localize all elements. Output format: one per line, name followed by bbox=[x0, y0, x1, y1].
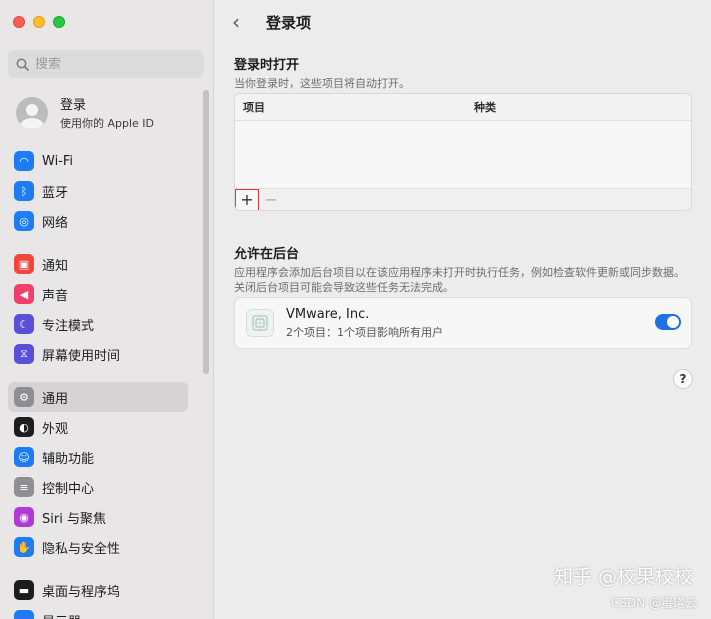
maximize-button[interactable] bbox=[53, 16, 65, 28]
sidebar-item[interactable]: ◐ 外观 bbox=[8, 412, 188, 442]
sidebar-item[interactable]: ✋ 隐私与安全性 bbox=[8, 532, 188, 562]
sidebar-item-label: 声音 bbox=[42, 288, 69, 304]
siri-icon: ◉ bbox=[14, 507, 34, 527]
sidebar-item[interactable]: ▬ 桌面与程序坞 bbox=[8, 575, 188, 605]
appearance-icon: ◐ bbox=[14, 417, 34, 437]
sidebar-item[interactable]: ▭ 显示器 bbox=[8, 605, 188, 619]
sidebar-item-label: 通知 bbox=[42, 258, 69, 274]
sidebar-item[interactable]: ☺ 辅助功能 bbox=[8, 442, 188, 472]
login-items-table: 项目 种类 + − bbox=[234, 93, 692, 211]
sidebar-item-label: 桌面与程序坞 bbox=[42, 584, 121, 600]
sidebar-item-label: 辅助功能 bbox=[42, 451, 95, 467]
help-button[interactable]: ? bbox=[673, 369, 693, 389]
watermark-csdn: CSDN @蜜罐云 bbox=[610, 596, 697, 610]
window-controls bbox=[13, 16, 65, 28]
table-footer: + − bbox=[235, 188, 691, 210]
sidebar-item-label: 通用 bbox=[42, 391, 69, 407]
login-section-description: 当你登录时，这些项目将自动打开。 bbox=[234, 77, 410, 90]
table-body bbox=[235, 121, 691, 188]
hourglass-icon: ⧖ bbox=[14, 344, 34, 364]
sidebar-item-label: 网络 bbox=[42, 215, 69, 231]
search-box[interactable] bbox=[8, 50, 204, 78]
background-section-title: 允许在后台 bbox=[234, 247, 300, 262]
add-item-button[interactable]: + bbox=[235, 188, 259, 210]
sidebar-item[interactable]: ☾ 专注模式 bbox=[8, 309, 188, 339]
login-items-section: 登录时打开 当你登录时，这些项目将自动打开。 bbox=[234, 54, 692, 91]
sound-icon: ◀ bbox=[14, 284, 34, 304]
nav-group-general: ⚙ 通用 ◐ 外观 ☺ 辅助功能 ≡ 控制中心 ◉ Siri 与聚焦 ✋ 隐私与安全性 bbox=[8, 382, 188, 562]
background-item-name: VMware, Inc. bbox=[286, 306, 370, 322]
sidebar-item[interactable]: ⚙ 通用 bbox=[8, 382, 188, 412]
sidebar-item-label: Siri 与聚焦 bbox=[42, 511, 106, 527]
dock-icon: ▬ bbox=[14, 580, 34, 600]
search-input[interactable] bbox=[35, 56, 195, 72]
background-items-section: 允许在后台 应用程序会添加后台项目以在该应用程序未打开时执行任务，例如检查软件更… bbox=[234, 243, 692, 295]
moon-icon: ☾ bbox=[14, 314, 34, 334]
main-pane: ‹ 登录项 登录时打开 当你登录时，这些项目将自动打开。 项目 种类 + − 允… bbox=[214, 0, 711, 619]
sidebar-item[interactable]: ◀ 声音 bbox=[8, 279, 188, 309]
minimize-button[interactable] bbox=[33, 16, 45, 28]
gear-icon: ⚙ bbox=[14, 387, 34, 407]
sidebar-item-label: 专注模式 bbox=[42, 318, 95, 334]
sidebar-item-label: 显示器 bbox=[42, 611, 81, 619]
watermark-zhihu: 知乎 @校果校校 bbox=[553, 566, 693, 588]
apple-id-account[interactable]: 登录 使用你的 Apple ID bbox=[16, 94, 201, 131]
accessibility-icon: ☺ bbox=[14, 447, 34, 467]
hand-icon: ✋ bbox=[14, 537, 34, 557]
display-icon: ▭ bbox=[14, 610, 34, 619]
vmware-app-icon bbox=[246, 309, 274, 337]
sidebar-item[interactable]: ᛒ 蓝牙 bbox=[8, 176, 188, 206]
sidebar-item-label: 控制中心 bbox=[42, 481, 95, 497]
sidebar-item-label: 隐私与安全性 bbox=[42, 541, 121, 557]
sidebar-item[interactable]: ◉ Siri 与聚焦 bbox=[8, 502, 188, 532]
notification-icon: ▣ bbox=[14, 254, 34, 274]
column-header-name[interactable]: 项目 bbox=[235, 99, 474, 115]
login-section-title: 登录时打开 bbox=[234, 58, 300, 73]
sidebar-item-label: 屏幕使用时间 bbox=[42, 348, 121, 364]
sidebar-item-label: 蓝牙 bbox=[42, 185, 69, 201]
toolbar: ‹ 登录项 bbox=[214, 0, 711, 44]
sidebar-item-label: Wi-Fi bbox=[42, 153, 74, 169]
sidebar-item[interactable]: ⧖ 屏幕使用时间 bbox=[8, 339, 188, 369]
globe-icon: ◎ bbox=[14, 211, 34, 231]
background-item-row: VMware, Inc. 2个项目：1个项目影响所有用户 bbox=[234, 297, 692, 349]
close-button[interactable] bbox=[13, 16, 25, 28]
column-header-kind[interactable]: 种类 bbox=[474, 99, 691, 115]
sidebar-scrollbar[interactable] bbox=[203, 90, 209, 374]
account-subtitle: 使用你的 Apple ID bbox=[60, 117, 155, 130]
page-title: 登录项 bbox=[266, 13, 312, 32]
search-icon bbox=[16, 58, 29, 71]
wifi-icon: ◠ bbox=[14, 151, 34, 171]
sidebar-item[interactable]: ▣ 通知 bbox=[8, 249, 188, 279]
avatar bbox=[16, 96, 48, 129]
sidebar-item[interactable]: ◎ 网络 bbox=[8, 206, 188, 236]
sidebar: 登录 使用你的 Apple ID ◠ Wi-Fi ᛒ 蓝牙 ◎ 网络 ▣ 通知 ◀ 声音 ☾ 专注模… bbox=[0, 0, 214, 619]
nav-group-notifications: ▣ 通知 ◀ 声音 ☾ 专注模式 ⧖ 屏幕使用时间 bbox=[8, 249, 188, 369]
nav-group-desktop: ▬ 桌面与程序坞 ▭ 显示器 bbox=[8, 575, 188, 619]
sidebar-item[interactable]: ≡ 控制中心 bbox=[8, 472, 188, 502]
account-title: 登录 bbox=[60, 98, 87, 113]
nav-group-network: ◠ Wi-Fi ᛒ 蓝牙 ◎ 网络 bbox=[8, 146, 188, 236]
bluetooth-icon: ᛒ bbox=[14, 181, 34, 201]
sidebar-item[interactable]: ◠ Wi-Fi bbox=[8, 146, 188, 176]
remove-item-button[interactable]: − bbox=[259, 189, 283, 211]
control-center-icon: ≡ bbox=[14, 477, 34, 497]
table-header: 项目 种类 bbox=[235, 94, 691, 121]
back-button[interactable]: ‹ bbox=[232, 10, 248, 34]
background-section-description: 应用程序会添加后台项目以在该应用程序未打开时执行任务，例如检查软件更新或同步数据… bbox=[234, 266, 685, 294]
background-item-toggle[interactable] bbox=[655, 314, 681, 330]
settings-window: 登录 使用你的 Apple ID ◠ Wi-Fi ᛒ 蓝牙 ◎ 网络 ▣ 通知 ◀ 声音 ☾ 专注模… bbox=[0, 0, 711, 619]
background-item-subtitle: 2个项目：1个项目影响所有用户 bbox=[286, 325, 443, 339]
sidebar-item-label: 外观 bbox=[42, 421, 69, 437]
